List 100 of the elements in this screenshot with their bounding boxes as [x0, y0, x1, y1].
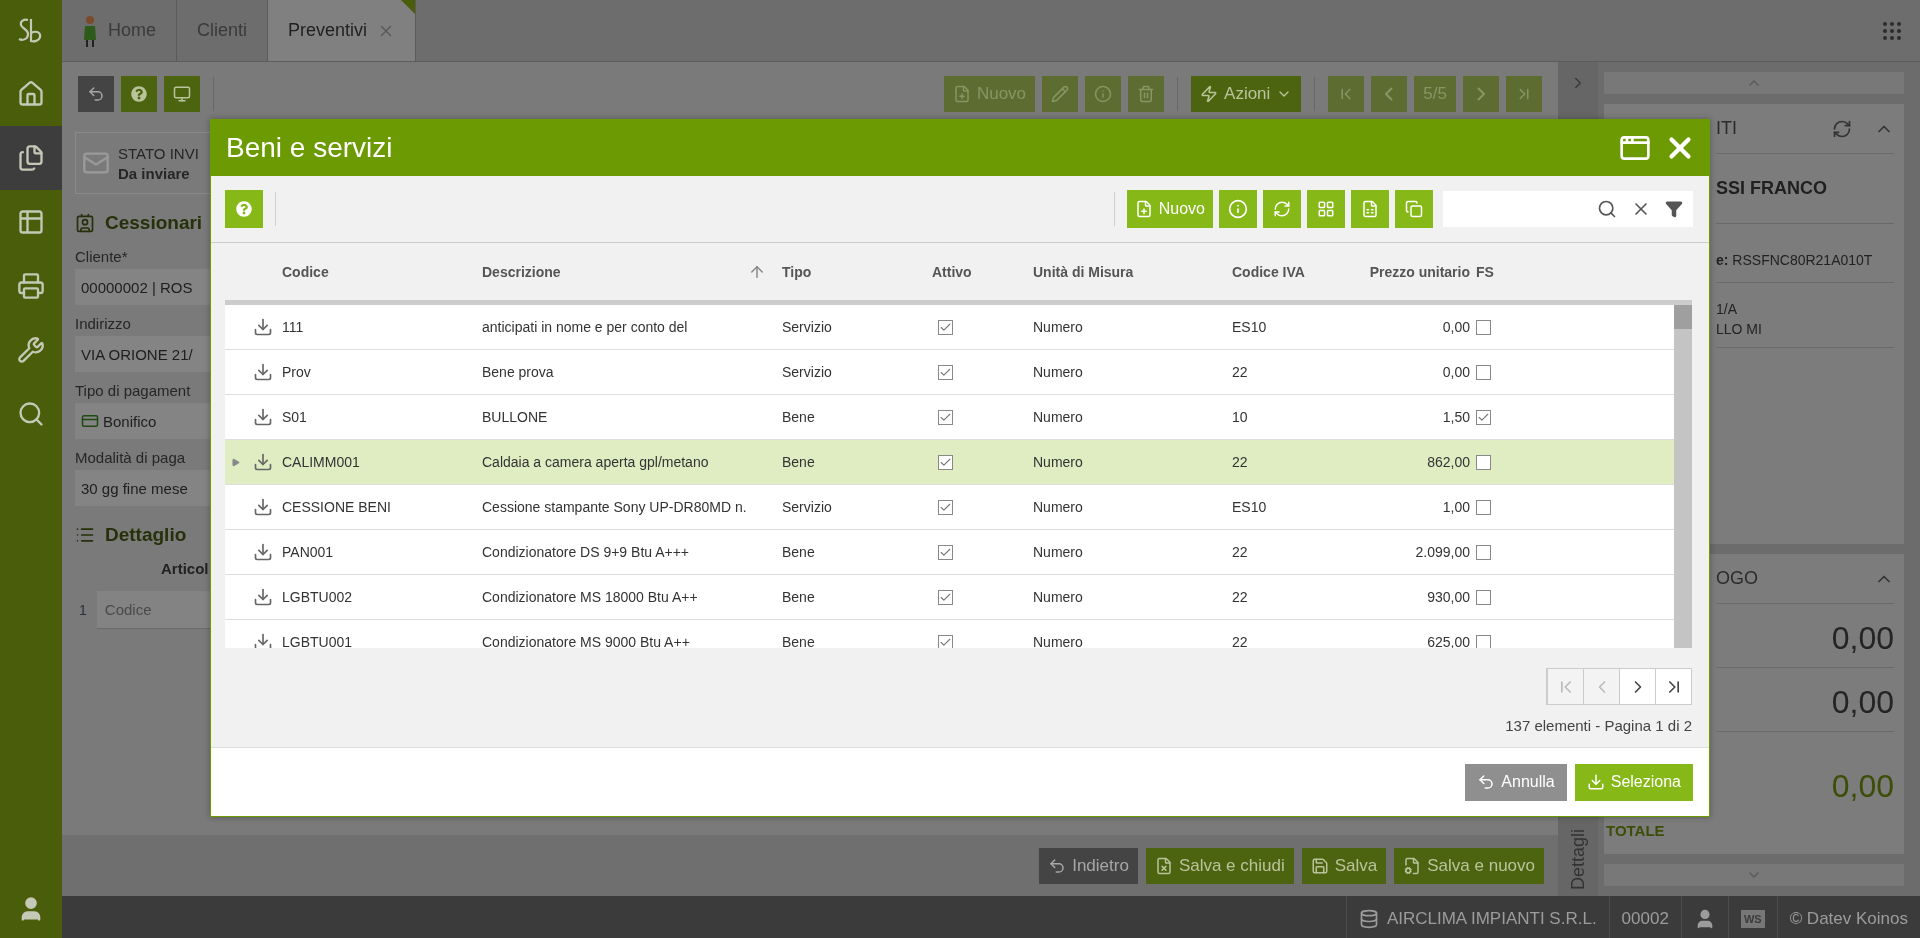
refresh-icon[interactable] — [1832, 118, 1852, 139]
select-tray-icon[interactable] — [253, 542, 273, 562]
table-cell-text: 22 — [1232, 454, 1249, 470]
tax-code: e: RSSFNC80R21A010T — [1716, 224, 1894, 283]
refresh-button[interactable] — [1263, 190, 1301, 228]
select-tray-icon[interactable] — [253, 497, 273, 517]
pencil-icon — [1051, 85, 1070, 103]
select-tray-icon[interactable] — [253, 632, 273, 648]
filter-icon[interactable] — [1665, 200, 1683, 218]
table-cell-text: BULLONE — [482, 409, 549, 425]
table-cell-text: PAN001 — [282, 544, 335, 560]
column-header[interactable]: Unità di Misura — [1033, 263, 1232, 280]
table-cell-text: 930,00 — [1426, 589, 1470, 605]
amount: 0,00 — [1716, 668, 1894, 732]
help-icon — [131, 86, 147, 102]
checkbox[interactable] — [1476, 544, 1491, 560]
table-icon — [17, 208, 45, 236]
column-header[interactable]: FS — [1470, 263, 1674, 280]
total-amount: 0,00 — [1831, 768, 1894, 805]
actions-button[interactable]: Azioni — [1191, 76, 1302, 112]
total-label: TOTALE — [1606, 822, 1665, 839]
nav-item[interactable] — [0, 126, 62, 190]
checkbox[interactable] — [1476, 319, 1491, 335]
checkbox[interactable] — [1476, 499, 1491, 515]
payment-card-icon — [81, 412, 99, 430]
new-button[interactable]: Nuovo — [1126, 190, 1213, 228]
excel-button[interactable] — [1351, 190, 1389, 228]
home-icon — [17, 80, 45, 108]
contact-card-icon — [75, 213, 95, 233]
info-button[interactable] — [1219, 190, 1257, 228]
checkbox[interactable] — [938, 454, 953, 470]
table-cell-text: Bene prova — [482, 364, 555, 380]
table-cell-text: 22 — [1232, 589, 1249, 605]
save-new-button[interactable]: Salva e nuovo — [1394, 847, 1544, 884]
table-cell-text: Servizio — [782, 319, 833, 335]
select-tray-icon[interactable] — [253, 452, 273, 472]
checkbox[interactable] — [938, 409, 953, 425]
grid-icon — [1317, 200, 1335, 218]
undo-icon — [1048, 856, 1067, 875]
column-header[interactable]: Codice — [282, 263, 482, 280]
tab[interactable]: Preventivi — [268, 0, 417, 61]
scrollbar[interactable] — [1674, 305, 1692, 648]
checkbox[interactable] — [1476, 454, 1491, 470]
table-cell-text: Numero — [1033, 409, 1084, 425]
monitor-icon — [173, 85, 191, 103]
column-header[interactable]: Codice IVA — [1232, 263, 1327, 280]
checkbox[interactable] — [938, 589, 953, 605]
undo-button[interactable] — [78, 76, 114, 112]
save-icon — [1310, 856, 1329, 875]
table-cell-text: Numero — [1033, 634, 1084, 648]
file-x-icon — [1154, 856, 1173, 875]
help-button[interactable] — [225, 190, 263, 228]
amount: 0,00 — [1716, 604, 1894, 668]
column-header[interactable]: Attivo — [932, 263, 1033, 280]
search-icon[interactable] — [1597, 199, 1617, 219]
table-cell-text: 22 — [1232, 634, 1249, 648]
checkbox[interactable] — [938, 319, 953, 335]
ws-badge[interactable]: WS — [1740, 909, 1765, 928]
column-header[interactable]: Tipo — [782, 263, 932, 280]
cancel-button[interactable]: Annulla — [1465, 763, 1567, 801]
database-icon — [1358, 908, 1379, 929]
undo-icon — [1477, 773, 1496, 791]
file-plus-icon — [1134, 200, 1153, 218]
table-cell-text: Prov — [282, 364, 312, 380]
chevron-right-icon — [1477, 87, 1485, 101]
table-cell-text: 2.099,00 — [1414, 544, 1470, 560]
save-button[interactable]: Salva — [1301, 847, 1387, 884]
card-title: OGO — [1716, 568, 1759, 589]
preview-button[interactable] — [164, 76, 200, 112]
field-label: Tipo di pagament — [75, 382, 192, 399]
copy-icon — [1405, 200, 1423, 218]
help-button[interactable] — [121, 76, 157, 112]
checkbox[interactable] — [938, 364, 953, 380]
checkbox[interactable] — [1476, 364, 1491, 380]
save-close-button[interactable]: Salva e chiudi — [1145, 847, 1294, 884]
column-header[interactable]: Descrizione — [482, 262, 782, 281]
layout-button[interactable] — [1307, 190, 1345, 228]
address-line: LLO MI — [1716, 321, 1763, 337]
select-tray-icon[interactable] — [253, 407, 273, 427]
table-cell-text: ES10 — [1232, 499, 1268, 515]
table-cell-text: CESSIONE BENI — [282, 499, 392, 515]
select-tray-icon[interactable] — [253, 317, 273, 337]
table-cell-text: Bene — [782, 454, 816, 470]
checkbox[interactable] — [938, 544, 953, 560]
copy-button[interactable] — [1395, 190, 1433, 228]
checkbox[interactable] — [938, 634, 953, 648]
select-button[interactable]: Seleziona — [1574, 763, 1693, 801]
checkbox[interactable] — [1476, 634, 1491, 648]
checkbox[interactable] — [1476, 589, 1491, 605]
table-cell-text: Bene — [782, 589, 816, 605]
pager-button[interactable] — [1655, 669, 1691, 704]
table-row[interactable]: CALIMM001 Caldaia a camera aperta gpl/metano Bene Numero 22 862,00 — [225, 440, 1674, 485]
column-header[interactable]: Prezzo unitario — [1327, 263, 1470, 280]
select-tray-icon[interactable] — [253, 587, 273, 607]
checkbox[interactable] — [1476, 409, 1491, 425]
checkbox[interactable] — [938, 499, 953, 515]
select-tray-icon[interactable] — [253, 362, 273, 382]
section-title: Dettaglio — [105, 524, 187, 546]
back-button[interactable]: Indietro — [1039, 847, 1138, 884]
undo-icon — [87, 85, 105, 103]
